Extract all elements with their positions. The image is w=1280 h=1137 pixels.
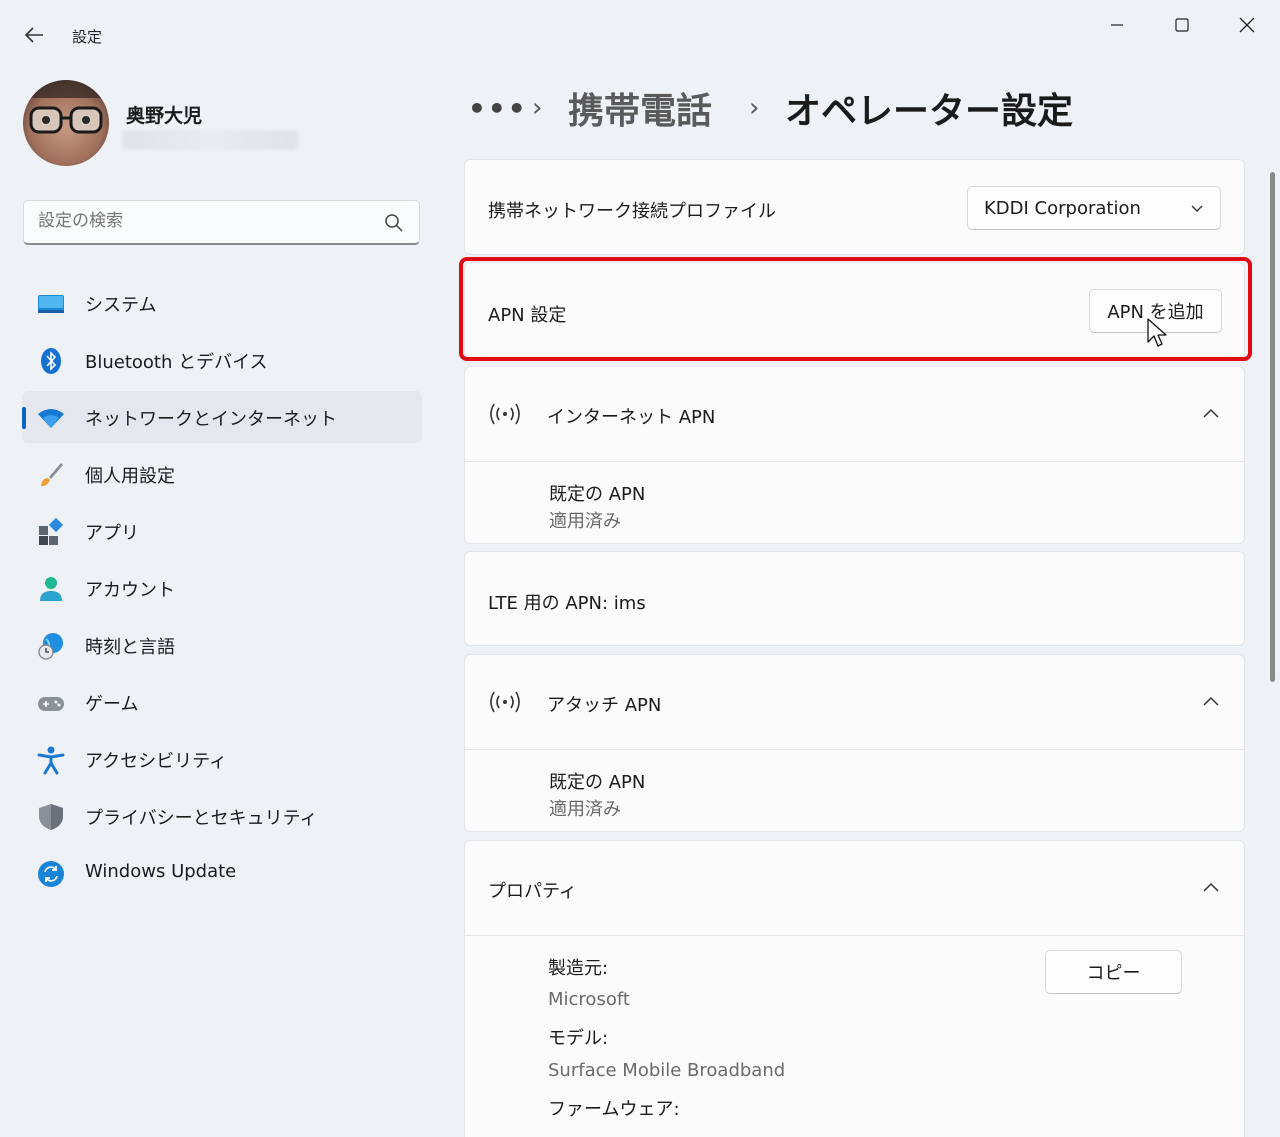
brush-icon <box>41 463 63 487</box>
breadcrumb-separator: › <box>749 93 760 123</box>
sidebar-item-time-language[interactable]: 時刻と言語 <box>22 619 422 671</box>
sidebar-item-windows-update[interactable]: Windows Update <box>22 847 422 899</box>
sidebar-item-gaming[interactable]: ゲーム <box>22 676 422 728</box>
sidebar-item-apps[interactable]: アプリ <box>22 505 422 557</box>
highlight-annotation <box>459 257 1252 361</box>
antenna-signal-icon <box>490 403 520 425</box>
sidebar-item-label: システム <box>85 295 157 316</box>
avatar[interactable] <box>23 80 109 166</box>
copy-button[interactable]: コピー <box>1045 950 1182 994</box>
title-bar: 設定 <box>0 0 1280 60</box>
maximize-icon <box>1175 18 1189 32</box>
properties-card: プロパティ コピー 製造元: Microsoft モデル: Surface Mo… <box>464 840 1245 1137</box>
user-email-redacted <box>122 130 298 150</box>
sidebar-item-accessibility[interactable]: アクセシビリティ <box>22 733 422 785</box>
chevron-down-icon <box>1191 205 1203 212</box>
sidebar-item-label: Bluetooth とデバイス <box>85 352 268 373</box>
close-icon <box>1239 17 1255 33</box>
breadcrumb-parent[interactable]: 携帯電話 <box>568 82 712 134</box>
model-value: Surface Mobile Broadband <box>548 1060 786 1081</box>
gamepad-icon <box>38 697 64 711</box>
internet-apn-title: インターネット APN <box>547 407 716 428</box>
lte-apn-label: LTE 用の APN: ims <box>488 593 646 614</box>
close-button[interactable] <box>1224 8 1270 42</box>
card-divider <box>465 461 1244 462</box>
sidebar-nav: システム Bluetooth とデバイス ネットワークとインターネット 個人用設… <box>22 277 422 904</box>
card-divider <box>465 749 1244 750</box>
mouse-cursor-icon <box>1147 318 1167 347</box>
maximize-button[interactable] <box>1159 8 1205 42</box>
search-icon[interactable] <box>383 212 405 234</box>
sidebar-item-personalization[interactable]: 個人用設定 <box>22 448 422 500</box>
sidebar-item-label: アプリ <box>85 523 139 544</box>
manufacturer-label: 製造元: <box>548 958 609 979</box>
lte-apn-card: LTE 用の APN: ims <box>464 551 1245 646</box>
card-divider <box>465 935 1244 936</box>
update-icon <box>38 861 64 887</box>
avatar-photo-icon <box>23 80 109 166</box>
sidebar-item-label: ゲーム <box>85 694 139 715</box>
search-input[interactable] <box>38 211 368 231</box>
connection-profile-dropdown[interactable]: KDDI Corporation <box>967 186 1221 230</box>
sidebar-item-network[interactable]: ネットワークとインターネット <box>22 391 422 443</box>
chevron-up-icon[interactable] <box>1202 407 1220 419</box>
internet-apn-item-title: 既定の APN <box>549 484 646 505</box>
sidebar-item-label: プライバシーとセキュリティ <box>85 808 318 829</box>
manufacturer-value: Microsoft <box>548 989 630 1010</box>
settings-search[interactable] <box>23 200 420 245</box>
settings-window: 設定 奥野大児 設定の検索 システム Bluetooth とデバイス ネットワー… <box>0 0 1280 1137</box>
attach-apn-item-title: 既定の APN <box>549 772 646 793</box>
minimize-icon <box>1111 24 1123 26</box>
user-name: 奥野大児 <box>126 105 203 127</box>
internet-apn-card: インターネット APN 既定の APN 適用済み <box>464 366 1245 544</box>
sidebar-item-label: ネットワークとインターネット <box>85 409 337 430</box>
accessibility-icon <box>37 746 65 775</box>
globe-clock-icon <box>38 633 63 660</box>
dropdown-selected-value: KDDI Corporation <box>984 198 1141 219</box>
chevron-up-icon[interactable] <box>1202 881 1220 893</box>
chevron-up-icon[interactable] <box>1202 695 1220 707</box>
back-arrow-icon <box>24 27 43 43</box>
system-icon <box>38 295 64 313</box>
bluetooth-icon <box>41 348 61 374</box>
page-title: オペレーター設定 <box>785 91 1074 132</box>
attach-apn-item-status: 適用済み <box>549 799 621 820</box>
attach-apn-title: アタッチ APN <box>547 695 662 716</box>
antenna-signal-icon <box>490 691 520 713</box>
breadcrumb-more-button[interactable]: ••• <box>468 92 528 125</box>
minimize-button[interactable] <box>1094 8 1140 42</box>
sidebar-item-label: アカウント <box>85 580 175 601</box>
sidebar-item-system[interactable]: システム <box>22 277 422 329</box>
shield-icon <box>39 804 63 830</box>
sidebar-item-label: Windows Update <box>85 861 237 882</box>
connection-profile-card: 携帯ネットワーク接続プロファイル KDDI Corporation <box>464 159 1245 255</box>
account-icon <box>40 577 62 601</box>
connection-profile-label: 携帯ネットワーク接続プロファイル <box>488 201 776 222</box>
scrollbar-thumb[interactable] <box>1270 172 1275 682</box>
sidebar-item-bluetooth[interactable]: Bluetooth とデバイス <box>22 334 422 386</box>
sidebar-item-label: アクセシビリティ <box>85 751 228 772</box>
back-button[interactable] <box>18 20 50 50</box>
sidebar-item-privacy[interactable]: プライバシーとセキュリティ <box>22 790 422 842</box>
apps-icon <box>39 517 64 545</box>
app-title: 設定 <box>72 28 103 46</box>
sidebar-item-label: 時刻と言語 <box>85 637 175 658</box>
internet-apn-item-status: 適用済み <box>549 511 621 532</box>
firmware-label: ファームウェア: <box>548 1099 680 1120</box>
properties-title: プロパティ <box>488 881 577 902</box>
sidebar-item-accounts[interactable]: アカウント <box>22 562 422 614</box>
wifi-icon <box>38 409 64 428</box>
breadcrumb-separator: › <box>532 93 543 123</box>
attach-apn-card: アタッチ APN 既定の APN 適用済み <box>464 654 1245 832</box>
model-label: モデル: <box>548 1028 609 1049</box>
sidebar-item-label: 個人用設定 <box>85 466 175 487</box>
selection-indicator <box>22 407 26 429</box>
